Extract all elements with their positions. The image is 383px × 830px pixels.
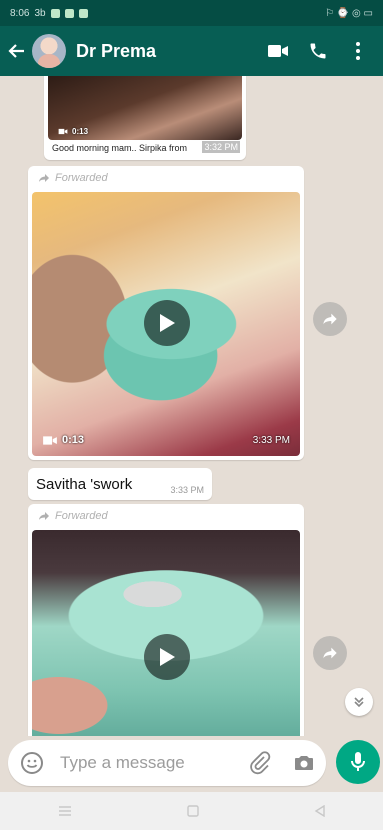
home-square-icon[interactable] bbox=[186, 805, 199, 817]
forward-arrow-icon bbox=[39, 512, 49, 520]
double-chevron-down-icon bbox=[354, 697, 364, 708]
message-input[interactable]: Type a message bbox=[60, 753, 185, 773]
forward-arrow-icon bbox=[39, 174, 49, 182]
play-button[interactable] bbox=[144, 300, 190, 346]
video-icon bbox=[43, 435, 57, 445]
back-triangle-icon[interactable] bbox=[314, 805, 326, 817]
phone-icon bbox=[310, 43, 326, 59]
message-time: 3:33 PM bbox=[170, 485, 204, 495]
notification-icon bbox=[78, 8, 88, 18]
video-camera-icon bbox=[268, 45, 288, 57]
play-button[interactable] bbox=[144, 634, 190, 680]
forwarded-label: Forwarded bbox=[38, 510, 108, 522]
status-time: 8:06 bbox=[10, 7, 30, 19]
notification-icon bbox=[64, 8, 74, 18]
status-bar: 8:06 3b ⚐ ⌚ ◎ ▭ bbox=[0, 0, 383, 26]
microphone-icon bbox=[351, 752, 365, 771]
message-time: 3:33 PM bbox=[252, 435, 290, 446]
video-thumbnail[interactable]: 0:13 3:33 PM bbox=[32, 192, 300, 456]
more-vertical-icon bbox=[356, 42, 360, 60]
camera-icon[interactable] bbox=[292, 751, 316, 775]
back-arrow-icon bbox=[8, 44, 24, 58]
play-icon bbox=[160, 648, 175, 666]
video-duration: 0:13 bbox=[72, 127, 89, 136]
video-duration: 0:13 bbox=[62, 434, 85, 446]
video-thumbnail[interactable]: 0:13 bbox=[48, 76, 242, 140]
video-icon bbox=[58, 128, 68, 135]
video-message[interactable]: 0:13 Good morning mam.. Sirpika from 3:3… bbox=[44, 76, 246, 160]
system-nav-bar bbox=[0, 792, 383, 830]
notification-icon bbox=[50, 8, 60, 18]
forwarded-label: Forwarded bbox=[38, 172, 108, 184]
forward-arrow-icon bbox=[323, 647, 337, 659]
video-message[interactable]: Forwarded bbox=[28, 504, 304, 736]
menu-button[interactable] bbox=[341, 34, 375, 68]
contact-name[interactable]: Dr Prema bbox=[76, 41, 255, 62]
scroll-to-bottom-button[interactable] bbox=[345, 688, 373, 716]
menu-lines-icon[interactable] bbox=[58, 805, 72, 817]
chat-area[interactable]: 0:13 Good morning mam.. Sirpika from 3:3… bbox=[0, 76, 383, 736]
status-extra: 3b bbox=[34, 7, 46, 19]
share-button[interactable] bbox=[313, 636, 347, 670]
back-button[interactable] bbox=[6, 40, 28, 62]
video-call-button[interactable] bbox=[261, 34, 295, 68]
message-text: Savitha 'swork bbox=[36, 476, 133, 493]
video-message[interactable]: Forwarded 0:13 3:33 PM bbox=[28, 166, 304, 460]
video-thumbnail[interactable] bbox=[32, 530, 300, 736]
message-caption: Good morning mam.. Sirpika from bbox=[52, 143, 188, 153]
share-button[interactable] bbox=[313, 302, 347, 336]
text-message[interactable]: Savitha 'swork 3:33 PM bbox=[28, 468, 212, 500]
voice-call-button[interactable] bbox=[301, 34, 335, 68]
attachment-icon[interactable] bbox=[248, 751, 272, 775]
message-composer[interactable]: Type a message bbox=[8, 740, 326, 786]
avatar[interactable] bbox=[32, 34, 66, 68]
voice-record-button[interactable] bbox=[336, 740, 380, 784]
message-time: 3:32 PM bbox=[202, 141, 240, 153]
emoji-icon[interactable] bbox=[20, 751, 44, 775]
forward-arrow-icon bbox=[323, 313, 337, 325]
play-icon bbox=[160, 314, 175, 332]
chat-header: Dr Prema bbox=[0, 26, 383, 76]
status-icons: ⚐ ⌚ ◎ ▭ bbox=[325, 7, 373, 19]
